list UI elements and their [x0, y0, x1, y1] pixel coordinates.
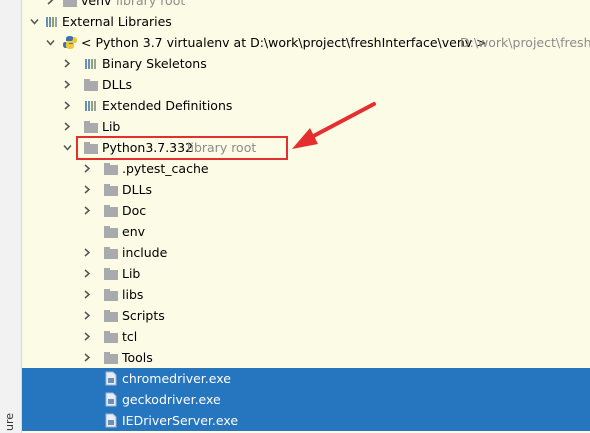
tree-node-label: tcl	[122, 329, 138, 344]
tree-node-dlls[interactable]: DLLs	[22, 179, 590, 200]
tree-node-label: Binary Skeletons	[102, 56, 207, 71]
tree-node-geckodriver[interactable]: geckodriver.exe	[22, 389, 590, 410]
chevron-right-icon[interactable]	[83, 269, 92, 278]
folder-icon	[103, 224, 119, 239]
tree-node-label: Tools	[122, 350, 153, 365]
tool-window-tab-label[interactable]: ure	[3, 413, 16, 431]
executable-file-icon	[103, 413, 119, 428]
chevron-down-icon[interactable]	[63, 143, 72, 152]
folder-icon	[103, 287, 119, 302]
chevron-right-icon[interactable]	[83, 332, 92, 341]
sdk-path-hint: D:\work\project\freshI	[460, 35, 590, 50]
tree-node-env[interactable]: env	[22, 221, 590, 242]
tree-node-extended-definitions[interactable]: Extended Definitions	[22, 95, 590, 116]
tree-node-label: DLLs	[122, 182, 153, 197]
tree-node-python-root[interactable]: Python3.7.332 library root	[22, 137, 590, 158]
folder-icon	[103, 308, 119, 323]
tree-node-label: Extended Definitions	[102, 98, 233, 113]
tree-node-chromedriver[interactable]: chromedriver.exe	[22, 368, 590, 389]
tree-node-include[interactable]: include	[22, 242, 590, 263]
tree-node-venv[interactable]: venv library root	[22, 0, 590, 11]
chevron-right-icon[interactable]	[63, 122, 72, 131]
chevron-right-icon[interactable]	[83, 185, 92, 194]
tree-node-scripts[interactable]: Scripts	[22, 305, 590, 326]
tree-node-label: Lib	[102, 119, 121, 134]
chevron-right-icon[interactable]	[46, 0, 55, 5]
chevron-right-icon[interactable]	[83, 353, 92, 362]
chevron-down-icon[interactable]	[46, 38, 55, 47]
tree-node-label: venv	[81, 0, 112, 8]
tree-node-label: External Libraries	[62, 14, 172, 29]
tree-node-label: < Python 3.7 virtualenv at D:\work\proje…	[81, 35, 487, 50]
tree-node-label: chromedriver.exe	[122, 371, 231, 386]
chevron-right-icon[interactable]	[63, 59, 72, 68]
tree-node-tools[interactable]: Tools	[22, 347, 590, 368]
tree-node-binary-skeletons[interactable]: Binary Skeletons	[22, 53, 590, 74]
tree-node-label: env	[122, 224, 146, 239]
folder-icon	[103, 329, 119, 344]
tree-node-label: IEDriverServer.exe	[122, 413, 239, 428]
tree-node-iedriverserver[interactable]: IEDriverServer.exe	[22, 410, 590, 431]
tree-node-lib[interactable]: Lib	[22, 116, 590, 137]
tree-node-tcl[interactable]: tcl	[22, 326, 590, 347]
tree-node-libs[interactable]: libs	[22, 284, 590, 305]
tree-node-label: include	[122, 245, 168, 260]
chevron-down-icon[interactable]	[30, 17, 39, 26]
folder-icon	[83, 140, 99, 155]
tree-node-label: Python3.7.332	[102, 140, 194, 155]
folder-icon	[62, 0, 78, 8]
project-tree: venv library root External Libraries < P…	[22, 0, 590, 433]
tree-node-label: libs	[122, 287, 144, 302]
tree-node-label: Doc	[122, 203, 147, 218]
chevron-right-icon[interactable]	[83, 290, 92, 299]
chevron-right-icon[interactable]	[63, 101, 72, 110]
folder-icon	[103, 350, 119, 365]
chevron-right-icon[interactable]	[83, 164, 92, 173]
chevron-right-icon[interactable]	[83, 206, 92, 215]
library-root-hint: library root	[187, 140, 257, 155]
tree-node-label: Scripts	[122, 308, 165, 323]
tree-node-dlls[interactable]: DLLs	[22, 74, 590, 95]
tree-node-external-libraries[interactable]: External Libraries	[22, 11, 590, 32]
library-root-hint: library root	[116, 0, 186, 8]
tree-node-python-env[interactable]: < Python 3.7 virtualenv at D:\work\proje…	[22, 32, 590, 53]
folder-icon	[103, 245, 119, 260]
tree-node-label: .pytest_cache	[122, 161, 209, 176]
tree-node-label: geckodriver.exe	[122, 392, 221, 407]
folder-icon	[103, 203, 119, 218]
library-bars-icon	[83, 98, 99, 113]
folder-icon	[103, 182, 119, 197]
tree-node-pytest-cache[interactable]: .pytest_cache	[22, 158, 590, 179]
folder-icon	[83, 77, 99, 92]
tree-node-label: Lib	[122, 266, 141, 281]
library-bars-icon	[44, 14, 60, 29]
chevron-right-icon[interactable]	[83, 311, 92, 320]
chevron-right-icon[interactable]	[63, 80, 72, 89]
python-logo-icon	[62, 35, 78, 50]
library-bars-icon	[83, 56, 99, 71]
tree-node-lib[interactable]: Lib	[22, 263, 590, 284]
executable-file-icon	[103, 392, 119, 407]
folder-icon	[103, 266, 119, 281]
left-tool-strip: ure	[0, 0, 22, 433]
tree-node-label: DLLs	[102, 77, 133, 92]
chevron-right-icon[interactable]	[83, 248, 92, 257]
folder-icon	[103, 161, 119, 176]
executable-file-icon	[103, 371, 119, 386]
folder-icon	[83, 119, 99, 134]
tree-node-doc[interactable]: Doc	[22, 200, 590, 221]
